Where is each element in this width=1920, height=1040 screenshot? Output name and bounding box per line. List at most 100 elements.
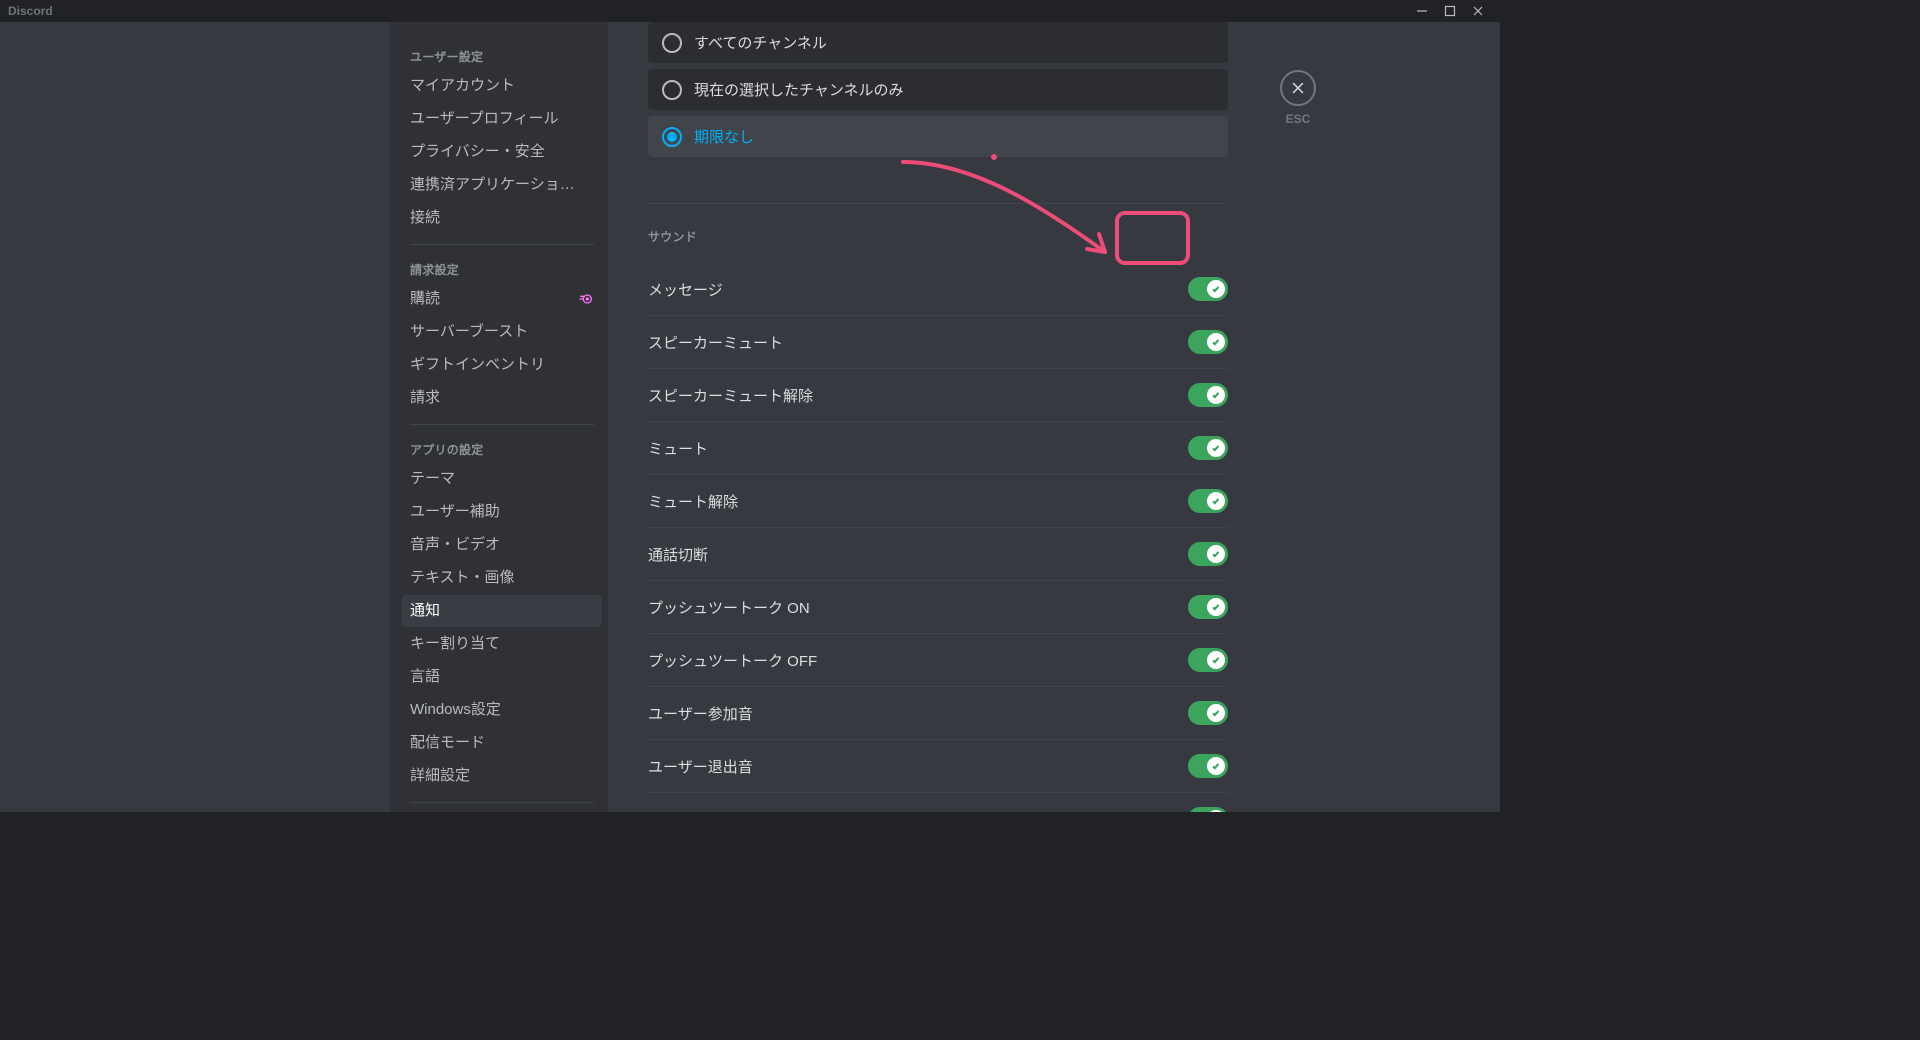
sound-row-message: メッセージ — [648, 263, 1228, 316]
close-settings-label: ESC — [1286, 112, 1311, 126]
radio-label: 期限なし — [694, 126, 754, 147]
sound-row-mute: ミュート — [648, 422, 1228, 475]
check-icon — [1207, 598, 1225, 616]
sidebar-item-subscriptions[interactable]: 購読 — [402, 283, 602, 315]
sound-toggle-message[interactable] — [1188, 277, 1228, 301]
sound-toggle-deafen[interactable] — [1188, 330, 1228, 354]
sidebar-item-keybinds[interactable]: キー割り当て — [402, 628, 602, 660]
sound-toggle-undeafen[interactable] — [1188, 383, 1228, 407]
radio-label: すべてのチャンネル — [694, 32, 827, 53]
settings-content: すべてのチャンネル現在の選択したチャンネルのみ期限なし サウンド メッセージスピ… — [608, 22, 1500, 812]
sound-toggle-user-leave[interactable] — [1188, 754, 1228, 778]
close-settings-button[interactable] — [1280, 70, 1316, 106]
sidebar-item-gift-inventory[interactable]: ギフトインベントリ — [402, 349, 602, 381]
sidebar-item-language[interactable]: 言語 — [402, 661, 602, 693]
sidebar-section-header: ユーザー設定 — [402, 42, 602, 69]
sidebar-item-notifications[interactable]: 通知 — [402, 595, 602, 627]
sidebar-item-label: ギフトインベントリ — [410, 355, 545, 375]
sound-label: ミュート — [648, 438, 708, 459]
sidebar-item-label: テキスト・画像 — [410, 568, 515, 588]
check-icon — [1207, 545, 1225, 563]
sound-row-user-leave: ユーザー退出音 — [648, 740, 1228, 793]
check-icon — [1207, 280, 1225, 298]
sidebar-item-accessibility[interactable]: ユーザー補助 — [402, 496, 602, 528]
radio-all-channels[interactable]: すべてのチャンネル — [648, 22, 1228, 63]
sound-label: 通話切断 — [648, 544, 708, 565]
sidebar-item-label: ユーザー補助 — [410, 502, 500, 522]
sidebar-section-header: 請求設定 — [402, 255, 602, 282]
sidebar-item-label: 音声・ビデオ — [410, 535, 500, 555]
sound-label: ミュート解除 — [648, 491, 738, 512]
sound-label: プッシュツートーク ON — [648, 597, 810, 618]
sidebar-item-label: 請求 — [410, 388, 440, 408]
sidebar-item-label: マイアカウント — [410, 76, 515, 96]
sidebar-separator — [410, 802, 594, 803]
sidebar-item-billing[interactable]: 請求 — [402, 382, 602, 414]
sidebar-item-streamer-mode[interactable]: 配信モード — [402, 727, 602, 759]
sidebar-section-label: 請求設定 — [410, 261, 459, 278]
nitro-icon — [578, 291, 594, 307]
titlebar: Discord — [0, 0, 1500, 22]
radio-icon — [662, 80, 682, 100]
check-icon — [1207, 439, 1225, 457]
sidebar-item-server-boost[interactable]: サーバーブースト — [402, 316, 602, 348]
check-icon — [1207, 386, 1225, 404]
sidebar-separator — [410, 244, 594, 245]
radio-no-expiry[interactable]: 期限なし — [648, 116, 1228, 157]
left-gutter — [0, 22, 390, 812]
sidebar-section-label: ユーザー設定 — [410, 48, 483, 65]
sidebar-item-label: 配信モード — [410, 733, 485, 753]
sidebar-item-privacy-safety[interactable]: プライバシー・安全 — [402, 136, 602, 168]
sound-toggle-ptt-off[interactable] — [1188, 648, 1228, 672]
sound-toggle-mute[interactable] — [1188, 436, 1228, 460]
sidebar-item-label: 連携済アプリケーショ… — [410, 175, 575, 195]
sound-label: ユーザー参加音 — [648, 703, 753, 724]
focus-duration-radio-group: すべてのチャンネル現在の選択したチャンネルのみ期限なし — [648, 22, 1228, 163]
content-scroll[interactable]: すべてのチャンネル現在の選択したチャンネルのみ期限なし サウンド メッセージスピ… — [608, 22, 1268, 812]
sidebar-item-label: サーバーブースト — [410, 322, 528, 342]
sidebar-item-user-profile[interactable]: ユーザープロフィール — [402, 103, 602, 135]
sound-row-ptt-off: プッシュツートーク OFF — [648, 634, 1228, 687]
sidebar-item-my-account[interactable]: マイアカウント — [402, 70, 602, 102]
sidebar-item-label: 詳細設定 — [410, 766, 470, 786]
sidebar-item-voice-video[interactable]: 音声・ビデオ — [402, 529, 602, 561]
sound-row-ptt-on: プッシュツートーク ON — [648, 581, 1228, 634]
sound-label: スピーカーミュート解除 — [648, 385, 813, 406]
radio-current-channel[interactable]: 現在の選択したチャンネルのみ — [648, 69, 1228, 110]
sound-row-undeafen: スピーカーミュート解除 — [648, 369, 1228, 422]
sidebar-item-appearance[interactable]: テーマ — [402, 463, 602, 495]
sound-row-deafen: スピーカーミュート — [648, 316, 1228, 369]
sidebar-item-label: プライバシー・安全 — [410, 142, 545, 162]
sidebar-item-label: ユーザープロフィール — [410, 109, 559, 129]
sidebar-item-label: テーマ — [410, 469, 455, 489]
sound-toggle-disconnect[interactable] — [1188, 542, 1228, 566]
check-icon — [1207, 704, 1225, 722]
sound-label: プッシュツートーク OFF — [648, 650, 817, 671]
maximize-button[interactable] — [1436, 0, 1464, 22]
sound-toggle-unmute[interactable] — [1188, 489, 1228, 513]
sidebar-item-windows[interactable]: Windows設定 — [402, 694, 602, 726]
sound-toggle-ptt-on[interactable] — [1188, 595, 1228, 619]
section-divider — [648, 203, 1228, 204]
sidebar-section-label: アプリの設定 — [410, 441, 483, 458]
sidebar-item-text-images[interactable]: テキスト・画像 — [402, 562, 602, 594]
sound-row-disconnect: 通話切断 — [648, 528, 1228, 581]
sound-toggle-user-join[interactable] — [1188, 701, 1228, 725]
check-icon — [1207, 492, 1225, 510]
sound-row-user-move: ユーザー移動音 — [648, 793, 1228, 812]
sound-toggle-user-move[interactable] — [1188, 807, 1228, 812]
close-window-button[interactable] — [1464, 0, 1492, 22]
sidebar-separator — [410, 424, 594, 425]
sidebar-item-label: 言語 — [410, 667, 440, 687]
sound-label: メッセージ — [648, 279, 723, 300]
minimize-button[interactable] — [1408, 0, 1436, 22]
settings-sidebar: ユーザー設定マイアカウントユーザープロフィールプライバシー・安全連携済アプリケー… — [390, 22, 608, 812]
sidebar-item-label: キー割り当て — [410, 634, 500, 654]
sidebar-item-advanced[interactable]: 詳細設定 — [402, 760, 602, 792]
sidebar-item-authorized-apps[interactable]: 連携済アプリケーショ… — [402, 169, 602, 201]
sidebar-section-header: アプリの設定 — [402, 435, 602, 462]
sound-label: ユーザー退出音 — [648, 756, 753, 777]
radio-icon — [662, 33, 682, 53]
sidebar-item-connections[interactable]: 接続 — [402, 202, 602, 234]
check-icon — [1207, 810, 1225, 812]
